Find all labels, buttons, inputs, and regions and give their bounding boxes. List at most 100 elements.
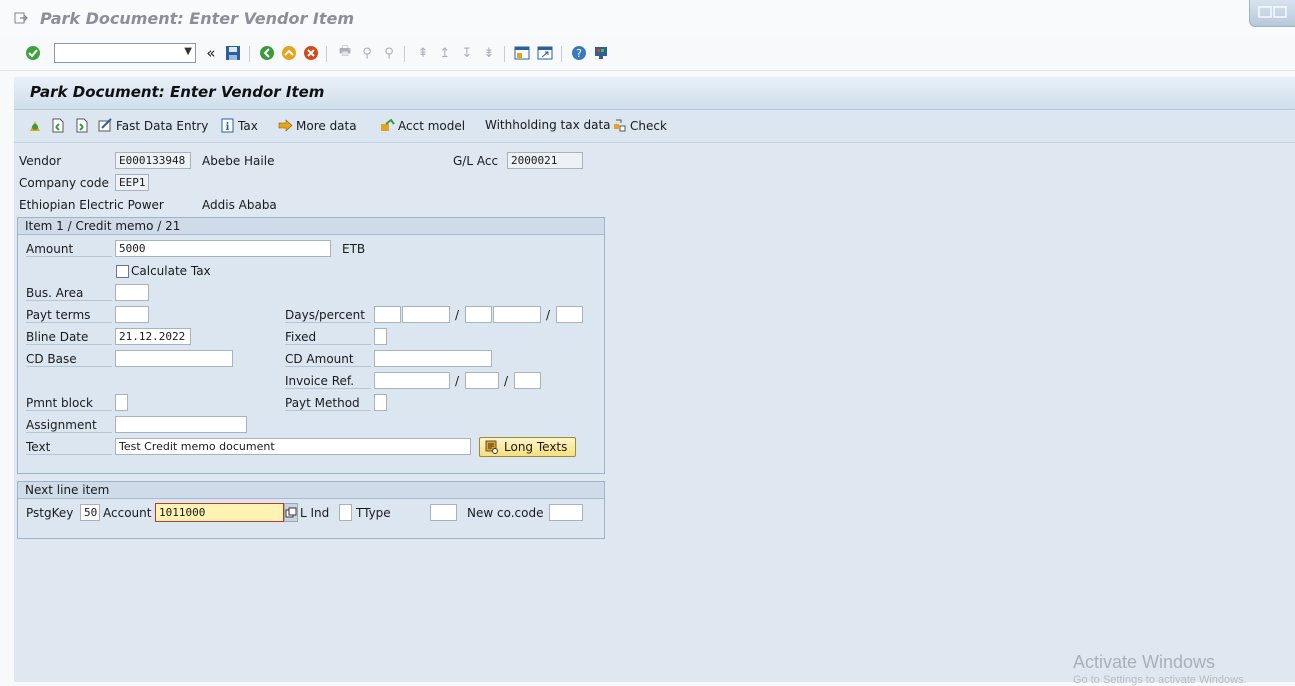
- save-icon[interactable]: [224, 44, 242, 62]
- enter-icon[interactable]: [24, 44, 42, 62]
- item-group-title: Item 1 / Credit memo / 21: [25, 219, 181, 233]
- cancel-icon[interactable]: [302, 44, 320, 62]
- previous-item-icon[interactable]: [50, 118, 65, 133]
- new-co-code-field[interactable]: [549, 504, 583, 521]
- new-co-code-label: New co.code: [467, 506, 544, 520]
- create-session-icon[interactable]: [513, 44, 531, 62]
- cd-amount-label: CD Amount: [285, 352, 371, 367]
- account-label: Account: [103, 506, 152, 520]
- shortcut-icon[interactable]: [536, 44, 554, 62]
- bline-date-field[interactable]: 21.12.2022: [115, 328, 191, 345]
- pmnt-block-field[interactable]: [115, 394, 128, 411]
- chevron-down-icon[interactable]: ▼: [184, 46, 192, 57]
- company-code-field[interactable]: EEP1: [115, 174, 149, 191]
- account-field[interactable]: 1011000: [155, 503, 284, 522]
- activate-windows-watermark: Activate Windows: [1073, 652, 1216, 672]
- calculate-tax-checkbox[interactable]: [116, 265, 129, 278]
- bus-area-label: Bus. Area: [26, 286, 112, 301]
- minimize-restore-icon[interactable]: [1258, 6, 1288, 18]
- slash-3: /: [455, 374, 460, 388]
- text-label: Text: [26, 440, 112, 455]
- next-page-icon[interactable]: ↧: [458, 44, 476, 62]
- cd-amount-field[interactable]: [374, 350, 492, 367]
- next-line-item-title: Next line item: [25, 483, 110, 497]
- long-text-icon: [485, 440, 498, 454]
- invoice-item-field[interactable]: [514, 372, 541, 389]
- long-texts-button[interactable]: Long Texts: [479, 437, 576, 457]
- invoice-ref-field[interactable]: [374, 372, 450, 389]
- find-next-icon[interactable]: ⚲: [380, 44, 398, 62]
- assignment-field[interactable]: [115, 416, 247, 433]
- fixed-field[interactable]: [374, 328, 387, 345]
- tax-button[interactable]: i Tax: [220, 118, 258, 133]
- page-title: Park Document: Enter Vendor Item: [30, 83, 325, 101]
- l-ind-field[interactable]: [339, 504, 352, 521]
- previous-page-icon[interactable]: ↥: [436, 44, 454, 62]
- days2-field[interactable]: [465, 306, 492, 323]
- payt-terms-field[interactable]: [115, 306, 149, 323]
- amount-label: Amount: [26, 242, 112, 257]
- customize-layout-icon[interactable]: [592, 44, 610, 62]
- withholding-tax-button[interactable]: Withholding tax data: [485, 118, 611, 132]
- fast-entry-icon: [98, 118, 112, 132]
- value-help-icon: [285, 507, 297, 518]
- slash-1: /: [455, 308, 460, 322]
- bus-area-field[interactable]: [115, 284, 149, 301]
- svg-text:i: i: [226, 122, 230, 133]
- first-page-icon[interactable]: ⇞: [414, 44, 432, 62]
- days3-field[interactable]: [556, 306, 583, 323]
- value-help-button[interactable]: [284, 503, 298, 522]
- last-page-icon[interactable]: ⇟: [480, 44, 498, 62]
- fast-data-entry-button[interactable]: Fast Data Entry: [98, 118, 208, 133]
- gl-acc-label: G/L Acc: [453, 154, 499, 168]
- next-item-icon[interactable]: [74, 118, 89, 133]
- assignment-label: Assignment: [26, 418, 112, 433]
- pstgkey-label: PstgKey: [26, 506, 74, 520]
- pmnt-block-label: Pmnt block: [26, 396, 112, 411]
- more-data-button[interactable]: More data: [278, 118, 357, 133]
- slash-4: /: [504, 374, 509, 388]
- payt-method-label: Payt Method: [285, 396, 371, 411]
- application-toolbar: Fast Data Entry i Tax More data Acct mod…: [14, 110, 1295, 143]
- exit-icon[interactable]: [14, 12, 28, 24]
- window-title: Park Document: Enter Vendor Item: [40, 9, 355, 28]
- exit-icon[interactable]: [280, 44, 298, 62]
- cd-base-field[interactable]: [115, 350, 233, 367]
- acct-model-button[interactable]: Acct model: [380, 118, 465, 133]
- l-ind-label: L Ind: [300, 506, 330, 520]
- payt-method-field[interactable]: [374, 394, 387, 411]
- amount-field[interactable]: 5000: [115, 240, 331, 257]
- collapse-icon[interactable]: «: [202, 44, 220, 62]
- vendor-field[interactable]: E000133948: [115, 152, 191, 169]
- display-document-icon[interactable]: [28, 118, 43, 133]
- percent2-field[interactable]: [493, 306, 541, 323]
- percent1-field[interactable]: [402, 306, 450, 323]
- pstgkey-field[interactable]: 50: [80, 504, 100, 521]
- company-name: Ethiopian Electric Power: [19, 198, 164, 212]
- screen-header: Park Document: Enter Vendor Item: [14, 77, 1295, 110]
- arrow-right-icon: [278, 119, 293, 132]
- info-icon: i: [221, 118, 234, 133]
- days1-field[interactable]: [374, 306, 401, 323]
- help-icon[interactable]: ?: [570, 44, 588, 62]
- window-title-bar: Park Document: Enter Vendor Item: [0, 0, 1295, 39]
- check-button[interactable]: Check: [612, 118, 667, 133]
- company-code-label: Company code: [19, 176, 109, 190]
- text-field[interactable]: Test Credit memo document: [115, 438, 471, 455]
- print-icon[interactable]: 🖶: [336, 44, 354, 62]
- vendor-name: Abebe Haile: [202, 154, 275, 168]
- gl-acc-field[interactable]: 2000021: [507, 152, 583, 169]
- vendor-label: Vendor: [19, 154, 62, 168]
- window-controls[interactable]: [1249, 0, 1295, 27]
- activate-windows-subtext: Go to Settings to activate Windows.: [1073, 674, 1247, 686]
- bline-date-label: Bline Date: [26, 330, 112, 345]
- command-field[interactable]: ▼: [54, 43, 196, 63]
- calculate-tax-label: Calculate Tax: [131, 264, 211, 278]
- ttype-field[interactable]: [430, 504, 457, 521]
- find-icon[interactable]: ⚲: [358, 44, 376, 62]
- company-city: Addis Ababa: [202, 198, 277, 212]
- invoice-year-field[interactable]: [465, 372, 499, 389]
- payt-terms-label: Payt terms: [26, 308, 112, 323]
- slash-2: /: [546, 308, 551, 322]
- back-icon[interactable]: [258, 44, 276, 62]
